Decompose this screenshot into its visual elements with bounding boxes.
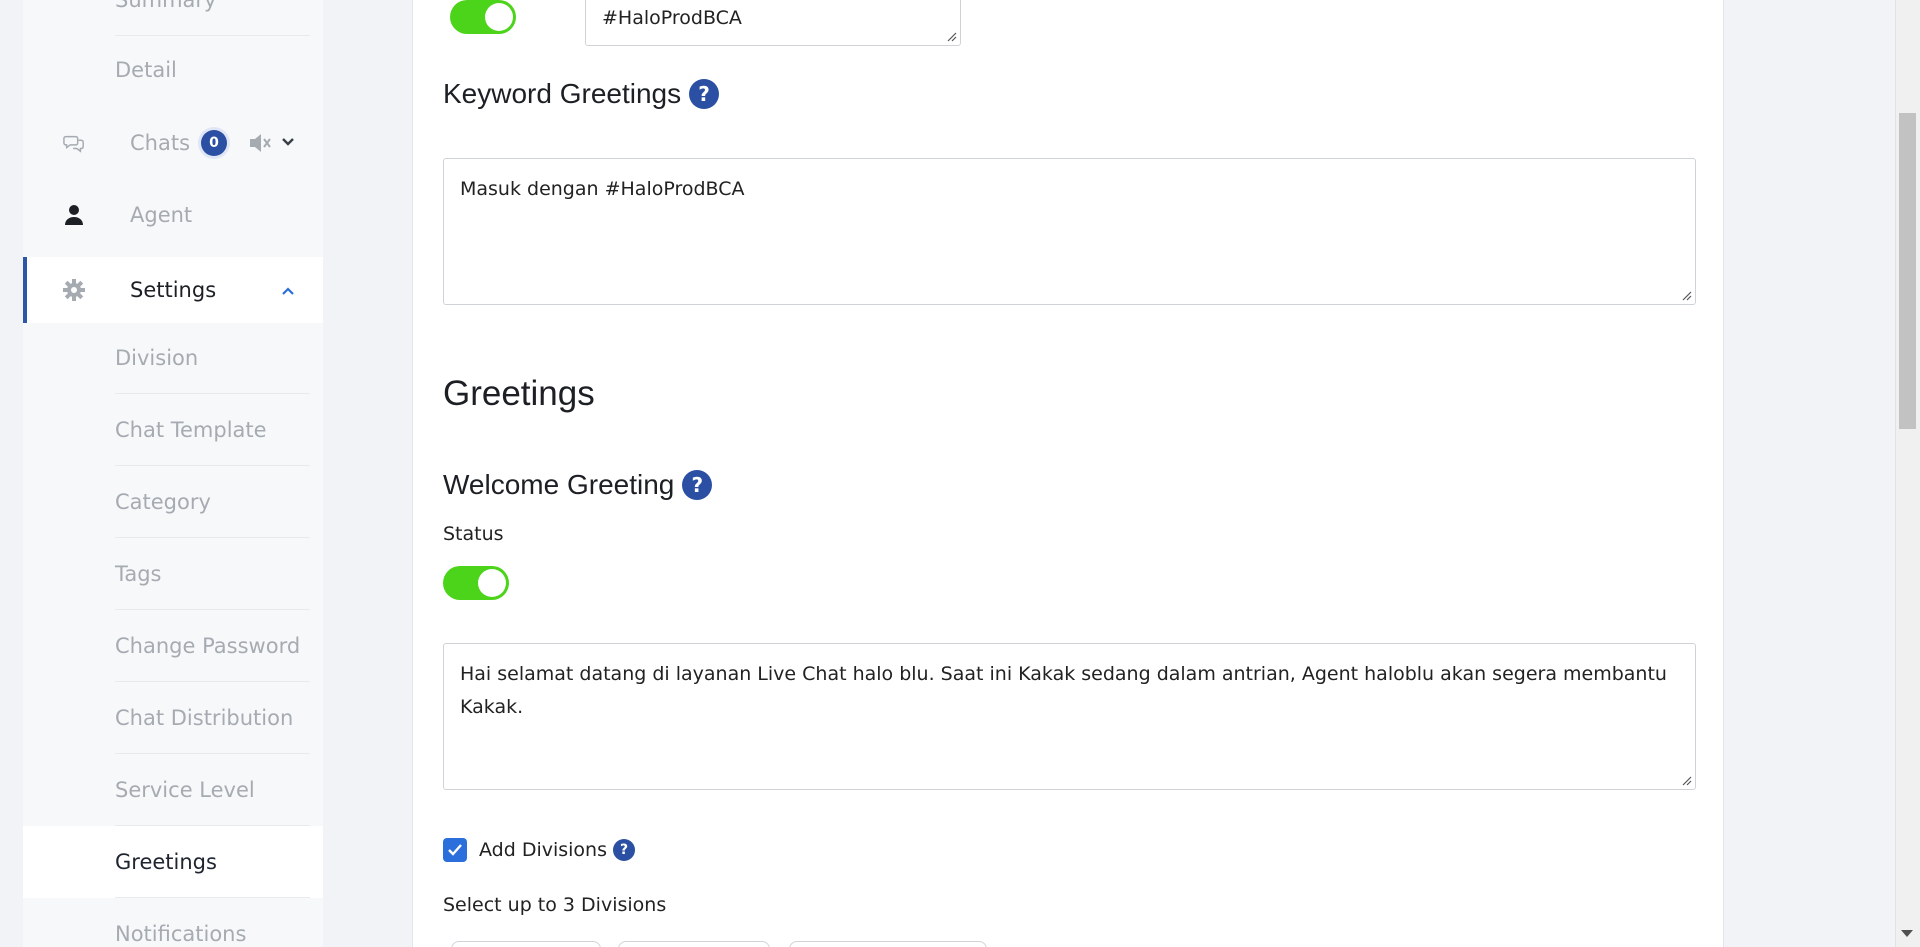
sidebar-item-label: Greetings xyxy=(115,849,217,874)
greetings-settings-card: #HaloProdBCA Keyword Greetings ? Masuk d… xyxy=(412,0,1724,947)
help-icon[interactable]: ? xyxy=(613,839,635,861)
sidebar-item-summary[interactable]: Summary xyxy=(115,0,310,36)
sidebar-item-tags[interactable]: Tags xyxy=(115,538,310,610)
help-icon[interactable]: ? xyxy=(682,470,713,500)
sidebar-item-label: Detail xyxy=(115,58,177,82)
keyword-status-toggle[interactable] xyxy=(450,0,516,34)
speaker-muted-icon[interactable] xyxy=(248,131,274,159)
sidebar-item-chat-template[interactable]: Chat Template xyxy=(115,394,310,466)
welcome-greeting-header: Welcome Greeting ? xyxy=(443,469,713,501)
toggle-knob xyxy=(478,569,506,597)
sidebar-item-label: Category xyxy=(115,489,211,514)
sidebar-item-label: Chat Template xyxy=(115,417,267,442)
check-icon xyxy=(448,844,462,856)
sidebar-item-label: Summary xyxy=(115,0,216,12)
keyword-input-value: #HaloProdBCA xyxy=(602,7,742,29)
keyword-input[interactable]: #HaloProdBCA xyxy=(585,0,961,46)
sidebar-item-label: Service Level xyxy=(115,777,255,802)
status-label: Status xyxy=(443,523,504,545)
welcome-greeting-title: Welcome Greeting xyxy=(443,469,675,500)
sidebar-item-division[interactable]: Division xyxy=(115,322,310,394)
sidebar: Summary Detail Chats 0 xyxy=(23,0,323,947)
resize-handle-icon[interactable] xyxy=(1680,289,1692,301)
welcome-greeting-textarea[interactable]: Hai selamat datang di layanan Live Chat … xyxy=(443,643,1696,790)
scroll-down-arrow-icon[interactable] xyxy=(1901,930,1913,937)
sidebar-item-service-level[interactable]: Service Level xyxy=(115,754,310,826)
toggle-knob xyxy=(485,3,513,31)
sidebar-item-greetings[interactable]: Greetings xyxy=(115,826,310,898)
division-select-2[interactable] xyxy=(618,941,770,947)
welcome-greeting-message: Hai selamat datang di layanan Live Chat … xyxy=(460,663,1667,718)
sidebar-item-label: Settings xyxy=(130,278,217,302)
sidebar-item-label: Chats xyxy=(130,131,191,155)
sidebar-item-chats[interactable]: Chats 0 xyxy=(23,107,323,179)
sidebar-item-detail[interactable]: Detail xyxy=(115,34,310,106)
sidebar-item-label: Change Password xyxy=(115,633,301,658)
keyword-greetings-header: Keyword Greetings ? xyxy=(443,78,720,110)
sidebar-item-category[interactable]: Category xyxy=(115,466,310,538)
user-icon xyxy=(63,204,85,226)
welcome-greeting-status-toggle[interactable] xyxy=(443,566,509,600)
select-divisions-label: Select up to 3 Divisions xyxy=(443,894,667,916)
sidebar-item-label: Chat Distribution xyxy=(115,705,294,730)
keyword-greetings-title: Keyword Greetings xyxy=(443,78,682,109)
add-divisions-row: Add Divisions ? xyxy=(443,838,635,862)
sidebar-item-change-password[interactable]: Change Password xyxy=(115,610,310,682)
division-select-3[interactable] xyxy=(789,941,987,947)
add-divisions-checkbox[interactable] xyxy=(443,838,467,862)
keyword-greetings-value: Masuk dengan #HaloProdBCA xyxy=(460,178,745,200)
add-divisions-label: Add Divisions xyxy=(479,839,607,861)
sidebar-item-settings[interactable]: Settings xyxy=(23,254,323,326)
sidebar-item-agent[interactable]: Agent xyxy=(23,179,323,251)
chats-count-badge: 0 xyxy=(201,130,227,156)
resize-handle-icon[interactable] xyxy=(1680,774,1692,786)
chat-bubbles-icon xyxy=(63,132,85,154)
division-select-1[interactable] xyxy=(451,941,601,947)
sidebar-item-label: Notifications xyxy=(115,922,247,946)
help-icon[interactable]: ? xyxy=(689,79,720,109)
chevron-down-icon[interactable] xyxy=(281,134,295,153)
chevron-up-icon[interactable] xyxy=(281,283,295,302)
sidebar-item-label: Agent xyxy=(130,203,193,227)
resize-handle-icon[interactable] xyxy=(945,30,957,42)
sidebar-item-label: Division xyxy=(115,345,199,370)
sidebar-item-chat-distribution[interactable]: Chat Distribution xyxy=(115,682,310,754)
page-scrollbar-thumb[interactable] xyxy=(1899,113,1916,429)
sidebar-item-label: Tags xyxy=(115,561,162,586)
gear-icon xyxy=(63,279,85,301)
greetings-heading: Greetings xyxy=(443,374,595,413)
sidebar-item-notifications[interactable]: Notifications xyxy=(115,898,310,947)
keyword-greetings-textarea[interactable]: Masuk dengan #HaloProdBCA xyxy=(443,158,1696,305)
